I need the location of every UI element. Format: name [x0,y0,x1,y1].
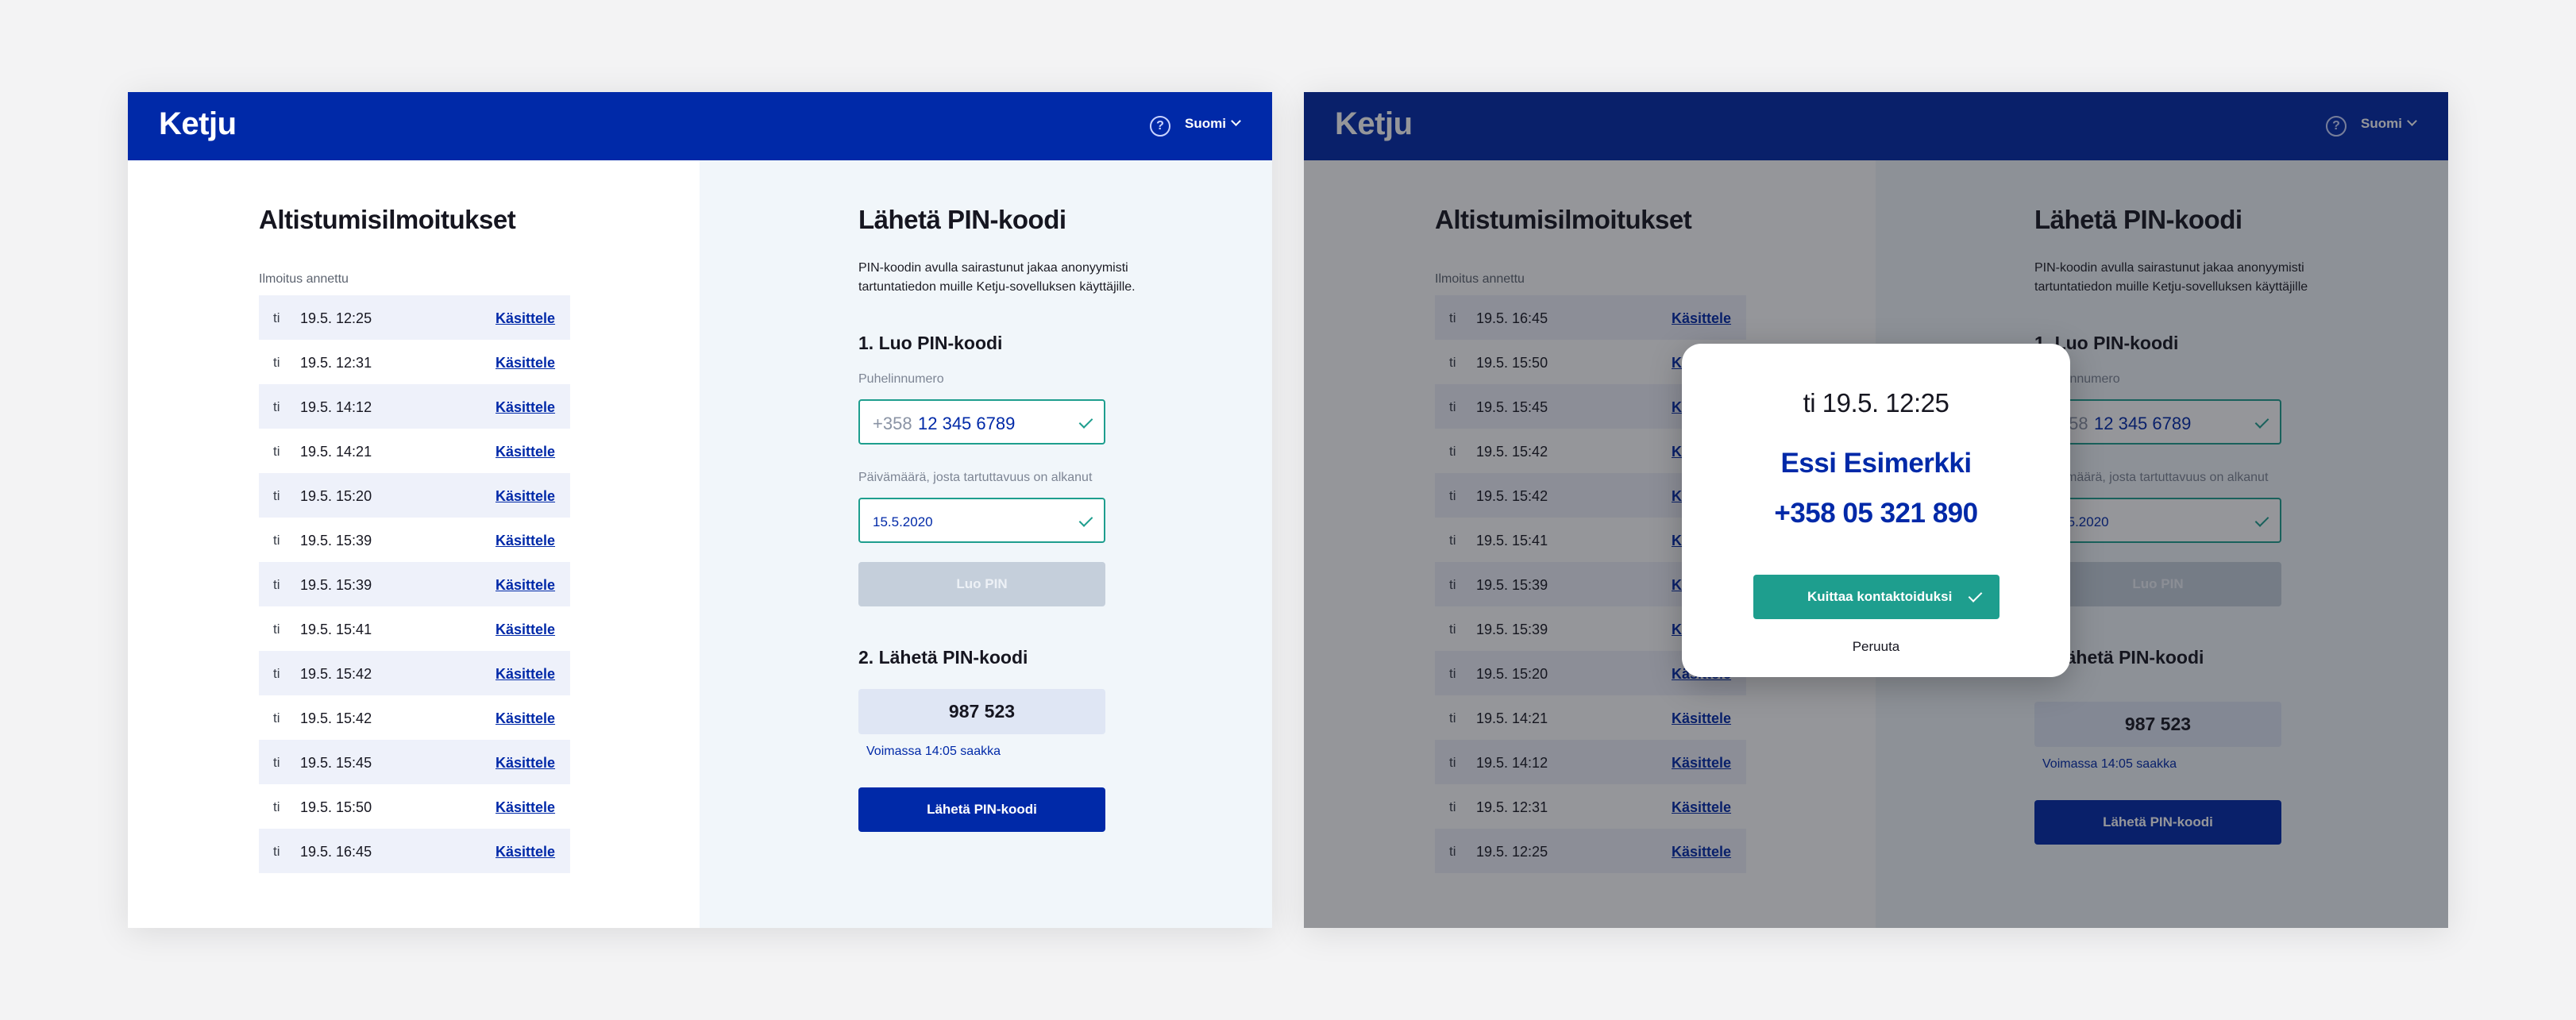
row-day: ti [273,533,280,548]
pin-code: 987 523 [858,689,1105,734]
notifications-list-label: Ilmoitus annettu [259,272,349,286]
pin-validity: Voimassa 14:05 saakka [866,745,1001,758]
list-item: ti 19.5. 15:39 Käsittele [259,562,570,606]
list-item: ti 19.5. 15:41 Käsittele [259,606,570,651]
process-link[interactable]: Käsittele [496,533,555,549]
row-time: 19.5. 15:41 [300,622,372,637]
check-icon [1078,414,1093,429]
step1-title: 1. Luo PIN-koodi [858,333,1003,353]
list-item: ti 19.5. 14:12 Käsittele [259,384,570,429]
row-time: 19.5. 16:45 [300,844,372,860]
pin-title: Lähetä PIN-koodi [858,205,1066,234]
row-day: ti [273,577,280,592]
notifications-title: Altistumisilmoitukset [259,205,516,234]
row-time: 19.5. 14:12 [300,399,372,415]
screen-default: Ketju ? Suomi Altistumisilmoitukset Ilmo… [128,92,1272,928]
process-link[interactable]: Käsittele [496,710,555,727]
create-pin-button[interactable]: Luo PIN [858,562,1105,606]
phone-label: Puhelinnumero [858,372,944,386]
language-label: Suomi [1185,116,1226,131]
phone-prefix: +358 [873,414,912,433]
check-icon [1078,513,1093,527]
step2-title: 2. Lähetä PIN-koodi [858,647,1028,668]
row-time: 19.5. 15:39 [300,533,372,548]
process-link[interactable]: Käsittele [496,755,555,772]
check-icon [1968,588,1983,602]
process-link[interactable]: Käsittele [496,666,555,683]
list-item: ti 19.5. 12:25 Käsittele [259,295,570,340]
row-day: ti [273,755,280,770]
row-day: ti [273,310,280,325]
process-link[interactable]: Käsittele [496,310,555,327]
screen-with-modal: Ketju ? Suomi Altistumisilmoitukset Ilmo… [1304,92,2448,928]
list-item: ti 19.5. 14:21 Käsittele [259,429,570,473]
language-selector[interactable]: Suomi [1185,116,1241,132]
list-item: ti 19.5. 15:20 Käsittele [259,473,570,518]
process-link[interactable]: Käsittele [496,444,555,460]
date-field[interactable]: 15.5.2020 [858,498,1105,543]
row-day: ti [273,666,280,681]
row-time: 19.5. 15:50 [300,799,372,815]
row-day: ti [273,488,280,503]
ketju-logo: Ketju [159,106,237,141]
contact-modal: ti 19.5. 12:25 Essi Esimerkki +358 05 32… [1682,344,2070,677]
row-time: 19.5. 15:42 [300,710,372,726]
process-link[interactable]: Käsittele [496,355,555,371]
mark-contacted-button[interactable]: Kuittaa kontaktoiduksi [1753,575,1999,619]
mark-contacted-label: Kuittaa kontaktoiduksi [1807,589,1953,604]
list-item: ti 19.5. 15:42 Käsittele [259,651,570,695]
phone-value: 12 345 6789 [918,414,1016,433]
app-header: Ketju ? Suomi [128,92,1272,160]
row-time: 19.5. 15:42 [300,666,372,682]
date-label: Päivämäärä, josta tartuttavuus on alkanu… [858,471,1093,484]
modal-time: ti 19.5. 12:25 [1803,388,1949,418]
phone-field[interactable]: +358 12 345 6789 [858,399,1105,445]
list-item: ti 19.5. 15:39 Käsittele [259,518,570,562]
date-value: 15.5.2020 [873,514,933,529]
row-day: ti [273,355,280,370]
process-link[interactable]: Käsittele [496,399,555,416]
row-day: ti [273,844,280,859]
list-item: ti 19.5. 16:45 Käsittele [259,829,570,873]
row-day: ti [273,399,280,414]
pin-column: Lähetä PIN-koodi PIN-koodin avulla saira… [700,160,1272,928]
row-time: 19.5. 15:20 [300,488,372,504]
process-link[interactable]: Käsittele [496,844,555,860]
row-time: 19.5. 12:25 [300,310,372,326]
notifications-column: Altistumisilmoitukset Ilmoitus annettu t… [128,160,700,928]
row-time: 19.5. 14:21 [300,444,372,460]
list-item: ti 19.5. 15:45 Käsittele [259,740,570,784]
row-day: ti [273,710,280,726]
cancel-link[interactable]: Peruuta [1682,639,2070,655]
chevron-down-icon [1231,116,1241,126]
contact-name: Essi Esimerkki [1780,448,1972,479]
notifications-list: ti 19.5. 12:25 Käsittele ti 19.5. 12:31 Käsi… [259,295,570,873]
contact-phone: +358 05 321 890 [1774,498,1978,529]
process-link[interactable]: Käsittele [496,799,555,816]
row-time: 19.5. 15:39 [300,577,372,593]
process-link[interactable]: Käsittele [496,577,555,594]
row-day: ti [273,444,280,459]
row-day: ti [273,799,280,814]
pin-description: PIN-koodin avulla sairastunut jakaa anon… [858,261,1136,294]
row-day: ti [273,622,280,637]
row-time: 19.5. 12:31 [300,355,372,371]
row-time: 19.5. 15:45 [300,755,372,771]
list-item: ti 19.5. 15:42 Käsittele [259,695,570,740]
question-circle-icon[interactable]: ? [1150,116,1170,137]
list-item: ti 19.5. 12:31 Käsittele [259,340,570,384]
list-item: ti 19.5. 15:50 Käsittele [259,784,570,829]
send-pin-button[interactable]: Lähetä PIN-koodi [858,787,1105,832]
process-link[interactable]: Käsittele [496,488,555,505]
process-link[interactable]: Käsittele [496,622,555,638]
